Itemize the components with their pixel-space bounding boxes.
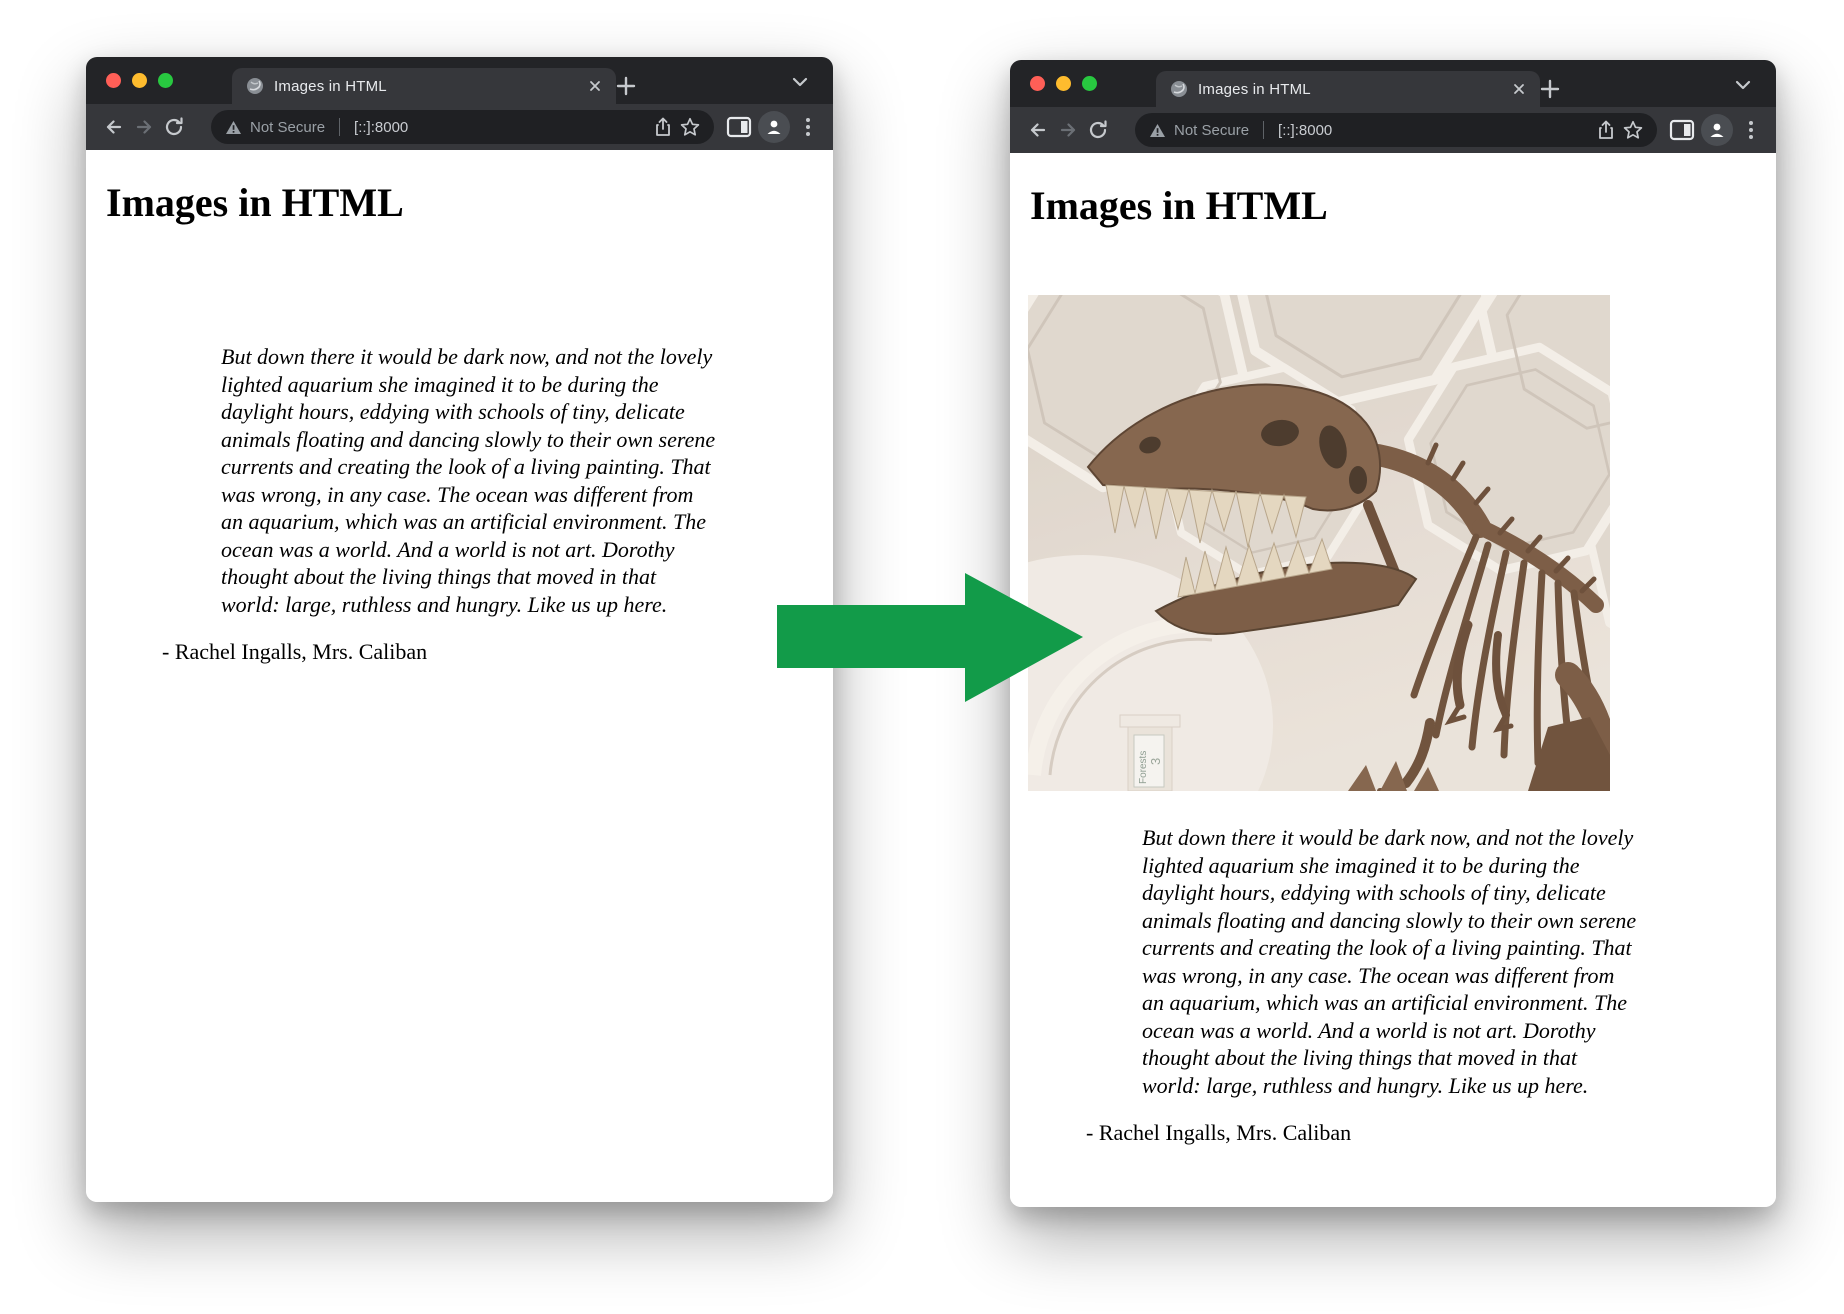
share-icon[interactable] [1597,120,1615,140]
side-panel-icon[interactable] [726,116,752,138]
browser-window-before: Images in HTML Not Se [86,57,833,1202]
tab-close-icon[interactable] [588,79,602,93]
quote-attribution: - Rachel Ingalls, Mrs. Caliban [1086,1119,1776,1147]
minimize-window-button[interactable] [132,73,147,88]
browser-tab[interactable]: Images in HTML [1156,71,1540,107]
bookmark-star-icon[interactable] [1623,120,1643,140]
quote-text: But down there it would be dark now, and… [221,343,833,618]
warning-triangle-icon [1149,123,1166,138]
zoom-window-button[interactable] [158,73,173,88]
globe-favicon-icon [1170,80,1188,98]
forward-button[interactable] [1053,115,1083,145]
minimize-window-button[interactable] [1056,76,1071,91]
reload-button[interactable] [159,112,189,142]
quote-text: But down there it would be dark now, and… [1142,824,1776,1099]
traffic-lights [106,73,173,88]
trex-skeleton-image: Forests 3 [1028,295,1610,791]
close-window-button[interactable] [106,73,121,88]
quote-attribution: - Rachel Ingalls, Mrs. Caliban [162,638,833,666]
tab-title: Images in HTML [1198,81,1502,98]
traffic-lights [1030,76,1097,91]
warning-triangle-icon [225,120,242,135]
right-arrow-icon [777,573,1083,702]
back-button[interactable] [99,112,129,142]
tab-title: Images in HTML [274,78,578,95]
kebab-menu-icon[interactable] [1739,118,1763,142]
reload-button[interactable] [1083,115,1113,145]
close-window-button[interactable] [1030,76,1045,91]
omnibox-separator [339,118,340,136]
new-tab-button[interactable] [610,70,642,102]
security-label: Not Secure [250,119,325,136]
side-panel-icon[interactable] [1669,119,1695,141]
browser-tab[interactable]: Images in HTML [232,68,616,104]
tab-overview-chevron-icon[interactable] [1730,73,1756,97]
url-text: [::]:8000 [354,119,408,136]
bookmark-star-icon[interactable] [680,117,700,137]
profile-avatar-button[interactable] [758,111,790,143]
browser-window-after: Images in HTML Not Se [1010,60,1776,1207]
person-icon [1708,121,1726,139]
profile-avatar-button[interactable] [1701,114,1733,146]
new-tab-button[interactable] [1534,73,1566,105]
back-button[interactable] [1023,115,1053,145]
tab-strip: Images in HTML [1010,60,1776,107]
page-title: Images in HTML [1030,183,1776,229]
transformation-arrow [770,560,1100,710]
forward-button[interactable] [129,112,159,142]
share-icon[interactable] [654,117,672,137]
page-title: Images in HTML [106,180,833,226]
omnibox-separator [1263,121,1264,139]
address-bar[interactable]: Not Secure [::]:8000 [211,110,714,144]
tab-strip: Images in HTML [86,57,833,104]
security-label: Not Secure [1174,122,1249,139]
page-content-before: Images in HTML But down there it would b… [86,150,833,1202]
zoom-window-button[interactable] [1082,76,1097,91]
address-bar[interactable]: Not Secure [::]:8000 [1135,113,1657,147]
globe-favicon-icon [246,77,264,95]
url-text: [::]:8000 [1278,122,1332,139]
browser-toolbar: Not Secure [::]:8000 [1010,107,1776,153]
tab-overview-chevron-icon[interactable] [787,70,813,94]
kebab-menu-icon[interactable] [796,115,820,139]
person-icon [765,118,783,136]
page-content-after: Images in HTML [1010,153,1776,1207]
browser-toolbar: Not Secure [::]:8000 [86,104,833,150]
tab-close-icon[interactable] [1512,82,1526,96]
